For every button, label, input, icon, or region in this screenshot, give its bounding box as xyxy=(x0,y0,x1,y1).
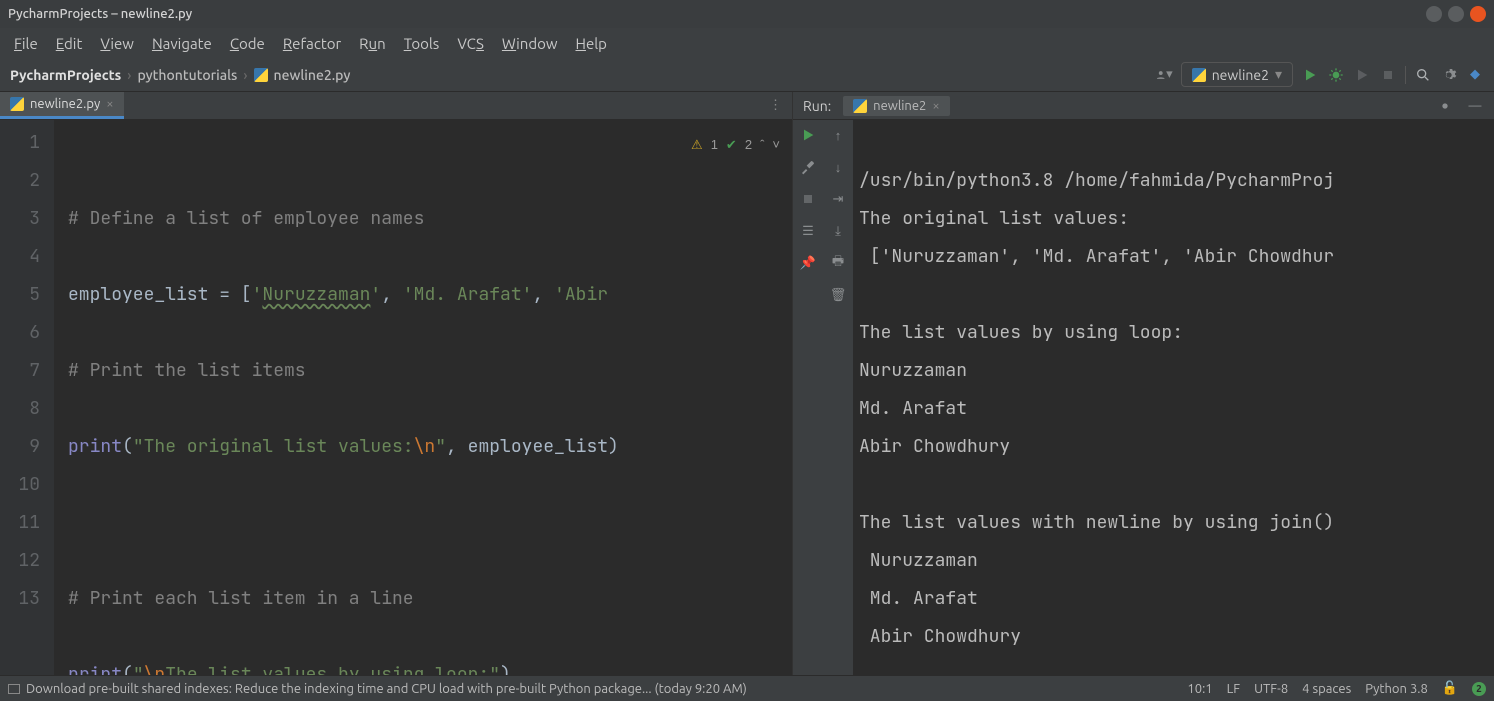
python-file-icon xyxy=(10,97,24,111)
menubar: File Edit View Navigate Code Refactor Ru… xyxy=(0,28,1494,58)
down-arrow-icon[interactable]: ↓ xyxy=(829,158,847,176)
debug-button[interactable] xyxy=(1327,66,1345,84)
window-title: PycharmProjects – newline2.py xyxy=(8,7,192,21)
main-area: newline2.py × ⋮ 12345678910111213 ⚠1✔2ˆ˅… xyxy=(0,92,1494,675)
file-encoding[interactable]: UTF-8 xyxy=(1254,682,1288,696)
run-config-label: newline2 xyxy=(1212,67,1269,83)
run-tool-window: Run: newline2 × — ☰ 📌 ↑ ↓ xyxy=(793,92,1494,675)
user-icon[interactable]: ▾ xyxy=(1155,66,1173,84)
python-file-icon xyxy=(853,99,867,113)
window-close-button[interactable] xyxy=(1470,6,1486,22)
layout-icon[interactable]: ☰ xyxy=(799,222,817,240)
stop-icon[interactable] xyxy=(799,190,817,208)
menu-window[interactable]: Window xyxy=(494,32,566,55)
run-button[interactable] xyxy=(1301,66,1319,84)
editor-tab-newline2[interactable]: newline2.py × xyxy=(0,92,124,119)
settings-button[interactable] xyxy=(1440,66,1458,84)
scroll-to-end-icon[interactable]: ⤓ xyxy=(829,222,847,240)
breadcrumb-file[interactable]: newline2.py xyxy=(274,67,351,83)
run-config-selector[interactable]: newline2 ▾ xyxy=(1181,62,1293,87)
close-run-tab-icon[interactable]: × xyxy=(932,99,939,113)
lock-icon[interactable]: 🔓 xyxy=(1442,681,1458,696)
window-minimize-button[interactable] xyxy=(1426,6,1442,22)
editor-tab-label: newline2.py xyxy=(30,97,100,111)
wrench-icon[interactable] xyxy=(799,158,817,176)
console-output[interactable]: /usr/bin/python3.8 /home/fahmida/Pycharm… xyxy=(853,120,1494,675)
python-interpreter[interactable]: Python 3.8 xyxy=(1365,682,1428,696)
run-toolbar-right: ↑ ↓ ⇥ ⤓ 🖶 🗑 xyxy=(823,120,853,675)
search-everywhere-button[interactable] xyxy=(1414,66,1432,84)
run-body: ☰ 📌 ↑ ↓ ⇥ ⤓ 🖶 🗑 /usr/bin/python3.8 /home… xyxy=(793,120,1494,675)
tool-window-icon[interactable] xyxy=(8,684,20,694)
window-maximize-button[interactable] xyxy=(1448,6,1464,22)
menu-view[interactable]: View xyxy=(92,32,142,55)
code-body[interactable]: ⚠1✔2ˆ˅ # Define a list of employee names… xyxy=(54,120,792,675)
menu-file[interactable]: File xyxy=(6,32,46,55)
indent-settings[interactable]: 4 spaces xyxy=(1302,682,1351,696)
hide-tool-window-icon[interactable]: — xyxy=(1466,97,1484,115)
menu-vcs[interactable]: VCS xyxy=(449,32,492,55)
menu-edit[interactable]: Edit xyxy=(48,32,91,55)
clear-icon[interactable]: 🗑 xyxy=(829,286,847,304)
plugin-icon[interactable]: ◆ xyxy=(1466,66,1484,84)
python-file-icon xyxy=(254,68,268,82)
breadcrumb[interactable]: PycharmProjects › pythontutorials › newl… xyxy=(10,67,350,83)
soft-wrap-icon[interactable]: ⇥ xyxy=(829,190,847,208)
menu-help[interactable]: Help xyxy=(568,32,615,55)
notifications-badge[interactable]: 2 xyxy=(1472,682,1486,696)
menu-tools[interactable]: Tools xyxy=(396,32,448,55)
chevron-down-icon: ▾ xyxy=(1275,66,1282,83)
editor-pane: newline2.py × ⋮ 12345678910111213 ⚠1✔2ˆ˅… xyxy=(0,92,793,675)
run-header: Run: newline2 × — xyxy=(793,92,1494,120)
print-icon[interactable]: 🖶 xyxy=(829,254,847,272)
pin-icon[interactable]: 📌 xyxy=(799,254,817,272)
menu-run[interactable]: Run xyxy=(351,32,394,55)
caret-position[interactable]: 10:1 xyxy=(1187,682,1212,696)
tab-actions-icon[interactable]: ⋮ xyxy=(759,92,792,119)
close-tab-icon[interactable]: × xyxy=(106,97,113,111)
status-message[interactable]: Download pre-built shared indexes: Reduc… xyxy=(26,682,747,696)
rerun-icon[interactable] xyxy=(799,126,817,144)
stop-button[interactable] xyxy=(1379,66,1397,84)
run-with-coverage-button[interactable] xyxy=(1353,66,1371,84)
run-toolbar-left: ☰ 📌 xyxy=(793,120,823,675)
menu-navigate[interactable]: Navigate xyxy=(144,32,220,55)
python-file-icon xyxy=(1192,68,1206,82)
titlebar: PycharmProjects – newline2.py xyxy=(0,0,1494,28)
chevron-right-icon: › xyxy=(127,67,131,83)
menu-code[interactable]: Code xyxy=(222,32,273,55)
navigation-bar: PycharmProjects › pythontutorials › newl… xyxy=(0,58,1494,92)
run-label: Run: xyxy=(803,98,831,114)
run-tab[interactable]: newline2 × xyxy=(843,96,950,116)
chevron-right-icon: › xyxy=(243,67,247,83)
run-tab-label: newline2 xyxy=(873,99,926,113)
line-gutter: 12345678910111213 xyxy=(0,120,54,675)
up-arrow-icon[interactable]: ↑ xyxy=(829,126,847,144)
status-bar: Download pre-built shared indexes: Reduc… xyxy=(0,675,1494,701)
editor-tabs: newline2.py × ⋮ xyxy=(0,92,792,120)
code-editor[interactable]: 12345678910111213 ⚠1✔2ˆ˅ # Define a list… xyxy=(0,120,792,675)
inspection-widget[interactable]: ⚠1✔2ˆ˅ xyxy=(691,126,780,164)
run-settings-icon[interactable] xyxy=(1436,97,1454,115)
breadcrumb-root[interactable]: PycharmProjects xyxy=(10,67,121,83)
menu-refactor[interactable]: Refactor xyxy=(275,32,349,55)
breadcrumb-folder[interactable]: pythontutorials xyxy=(137,67,237,83)
line-separator[interactable]: LF xyxy=(1227,682,1240,696)
